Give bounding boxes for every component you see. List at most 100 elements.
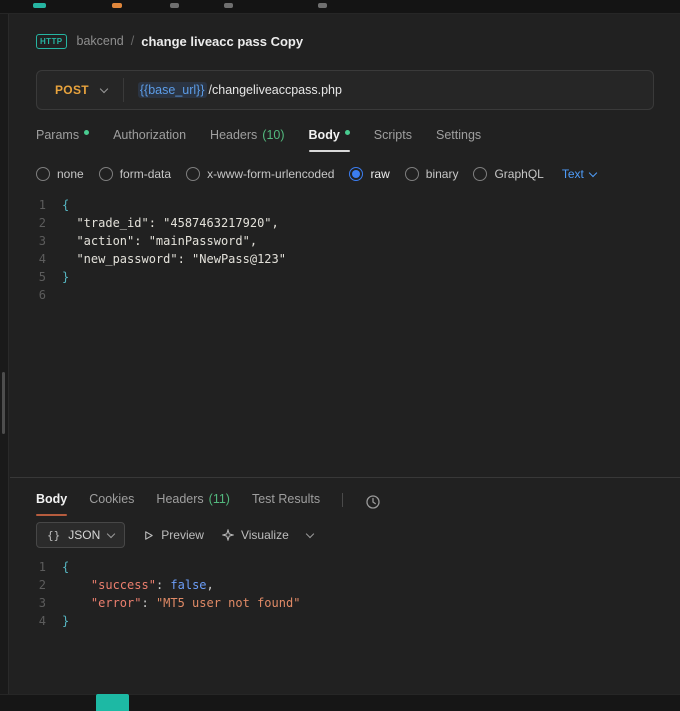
code-text: "new_password": "NewPass@123" xyxy=(62,250,286,268)
request-tab-settings[interactable]: Settings xyxy=(436,124,481,152)
radio-label: x-www-form-urlencoded xyxy=(207,167,334,181)
body-type-x-www-form-urlencoded[interactable]: x-www-form-urlencoded xyxy=(186,167,334,181)
code-text: { xyxy=(62,196,69,214)
radio-icon xyxy=(36,167,50,181)
tab-label: Params xyxy=(36,128,79,142)
raw-format-label: Text xyxy=(562,167,584,181)
line-number: 6 xyxy=(10,286,62,304)
request-url-bar: POST {{base_url}} /changeliveaccpass.php xyxy=(36,70,654,110)
response-tabs: Body Cookies Headers (11) Test Results xyxy=(36,486,320,516)
response-body-editor[interactable]: 1{2 "success": false,3 "error": "MT5 use… xyxy=(10,550,680,690)
left-sidebar-edge xyxy=(0,14,9,711)
body-type-graphql[interactable]: GraphQL xyxy=(473,167,543,181)
line-number: 2 xyxy=(10,214,62,232)
radio-icon xyxy=(405,167,419,181)
window-tab-accent-icon xyxy=(224,3,233,8)
code-line: 2 "success": false, xyxy=(10,576,680,594)
line-number: 2 xyxy=(10,576,62,594)
tab-label: Authorization xyxy=(113,128,186,142)
radio-label: raw xyxy=(370,167,389,181)
body-type-none[interactable]: none xyxy=(36,167,84,181)
chevron-down-icon xyxy=(107,530,115,538)
visualize-icon xyxy=(222,529,234,541)
request-body-editor[interactable]: 1{2 "trade_id": "4587463217920",3 "actio… xyxy=(10,196,680,477)
green-dot-icon xyxy=(345,130,350,135)
response-tab-test-results[interactable]: Test Results xyxy=(252,488,320,516)
divider xyxy=(123,78,124,102)
radio-label: form-data xyxy=(120,167,171,181)
visualize-button[interactable]: Visualize xyxy=(222,528,289,542)
radio-label: binary xyxy=(426,167,459,181)
radio-icon xyxy=(473,167,487,181)
response-tab-headers[interactable]: Headers (11) xyxy=(156,488,230,516)
code-line: 1{ xyxy=(10,558,680,576)
code-line: 5} xyxy=(10,268,680,286)
braces-icon: {} xyxy=(47,529,60,542)
tab-label: Headers xyxy=(156,492,203,506)
radio-label: none xyxy=(57,167,84,181)
breadcrumb: HTTP bakcend / change liveacc pass Copy xyxy=(10,30,680,52)
format-label: JSON xyxy=(68,528,100,542)
bottom-bar-teal-button[interactable] xyxy=(96,694,129,711)
request-tab-scripts[interactable]: Scripts xyxy=(374,124,412,152)
line-number: 4 xyxy=(10,250,62,268)
visualize-label: Visualize xyxy=(241,528,289,542)
body-type-binary[interactable]: binary xyxy=(405,167,459,181)
line-number: 3 xyxy=(10,232,62,250)
main-content: HTTP bakcend / change liveacc pass Copy … xyxy=(10,30,680,690)
body-type-raw[interactable]: raw xyxy=(349,167,389,181)
radio-icon xyxy=(186,167,200,181)
line-number: 1 xyxy=(10,196,62,214)
code-line: 1{ xyxy=(10,196,680,214)
code-text: "success": false, xyxy=(62,576,214,594)
raw-format-selector[interactable]: Text xyxy=(562,167,596,181)
request-tab-headers[interactable]: Headers (10) xyxy=(210,124,284,152)
window-tab-accent-icon xyxy=(112,3,122,8)
scrollbar-thumb[interactable] xyxy=(2,372,5,434)
window-tab-accent-icon xyxy=(33,3,46,8)
response-tab-body[interactable]: Body xyxy=(36,488,67,516)
code-text: } xyxy=(62,612,69,630)
bottom-bar xyxy=(0,694,680,711)
top-strip xyxy=(0,0,680,14)
request-tabs: Params Authorization Headers (10) Body Script… xyxy=(36,122,654,152)
window-tab-accent-icon xyxy=(318,3,327,8)
tab-label: Scripts xyxy=(374,128,412,142)
line-number: 1 xyxy=(10,558,62,576)
code-line: 6 xyxy=(10,286,680,304)
preview-label: Preview xyxy=(161,528,204,542)
request-tab-params[interactable]: Params xyxy=(36,124,89,152)
code-text: { xyxy=(62,558,69,576)
breadcrumb-collection[interactable]: bakcend xyxy=(77,34,124,48)
body-type-row: none form-data x-www-form-urlencoded raw bin… xyxy=(36,162,660,186)
code-text: "trade_id": "4587463217920", xyxy=(62,214,279,232)
response-header: Body Cookies Headers (11) Test Results xyxy=(10,478,680,516)
radio-label: GraphQL xyxy=(494,167,543,181)
breadcrumb-separator: / xyxy=(131,34,134,48)
tab-count: (11) xyxy=(209,492,230,506)
code-text: } xyxy=(62,268,69,286)
body-type-form-data[interactable]: form-data xyxy=(99,167,171,181)
request-tab-authorization[interactable]: Authorization xyxy=(113,124,186,152)
url-input[interactable]: {{base_url}} /changeliveaccpass.php xyxy=(138,82,342,98)
request-tab-body[interactable]: Body xyxy=(309,124,350,152)
line-number: 5 xyxy=(10,268,62,286)
preview-icon xyxy=(143,530,154,541)
code-line: 3 "action": "mainPassword", xyxy=(10,232,680,250)
method-selector[interactable]: POST xyxy=(37,71,123,109)
url-path: /changeliveaccpass.php xyxy=(209,83,342,97)
response-tab-cookies[interactable]: Cookies xyxy=(89,488,134,516)
tab-label: Headers xyxy=(210,128,257,142)
response-history-clock-icon[interactable] xyxy=(365,494,381,510)
visualize-options-chevron-icon[interactable] xyxy=(306,530,314,538)
http-request-icon: HTTP xyxy=(36,34,67,49)
body-type-options: none form-data x-www-form-urlencoded raw bin… xyxy=(36,167,544,181)
code-line: 2 "trade_id": "4587463217920", xyxy=(10,214,680,232)
preview-button[interactable]: Preview xyxy=(143,528,204,542)
response-format-button[interactable]: {} JSON xyxy=(36,522,125,548)
line-number: 3 xyxy=(10,594,62,612)
tab-count: (10) xyxy=(262,128,284,142)
tab-label: Cookies xyxy=(89,492,134,506)
radio-icon xyxy=(99,167,113,181)
code-line: 4 "new_password": "NewPass@123" xyxy=(10,250,680,268)
